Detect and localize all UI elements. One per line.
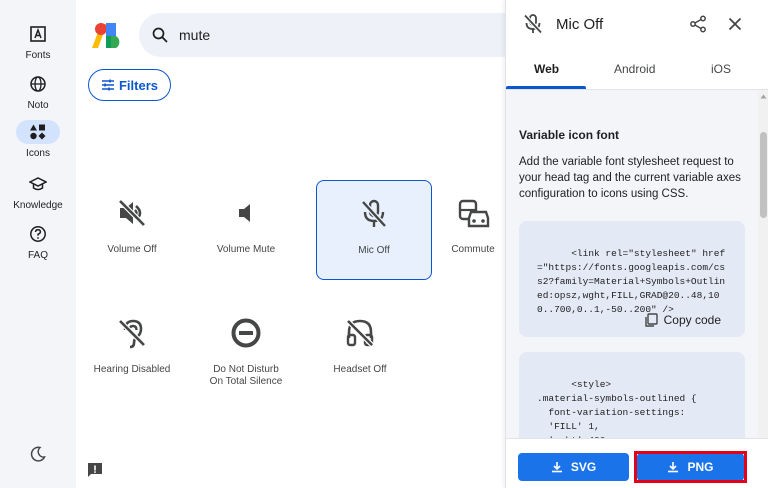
- css-code: <style> .material-symbols-outlined { fon…: [537, 379, 697, 438]
- code-scroll-area[interactable]: Variable icon font Add the variable font…: [506, 90, 758, 438]
- feedback-icon[interactable]: [85, 460, 105, 480]
- panel-header: Mic Off: [506, 0, 768, 48]
- download-svg-button[interactable]: SVG: [518, 453, 629, 481]
- nav-item-noto[interactable]: Noto: [0, 72, 76, 111]
- mic-off-icon: [523, 14, 543, 34]
- icon-name: Headset Off: [333, 364, 387, 375]
- navigation-rail: Fonts Noto Icons Knowledge FAQ: [0, 0, 76, 488]
- copy-code-label: Copy code: [663, 313, 721, 327]
- download-svg-label: SVG: [570, 460, 597, 474]
- nav-item-faq[interactable]: FAQ: [0, 222, 76, 261]
- scroll-up-icon[interactable]: [760, 94, 767, 99]
- search-input[interactable]: [179, 27, 479, 43]
- active-tab-indicator: [506, 86, 586, 89]
- stylesheet-code: <link rel="stylesheet" href="https://fon…: [537, 248, 726, 315]
- google-fonts-logo[interactable]: [89, 20, 123, 50]
- icon-name: Commute: [451, 244, 495, 255]
- headset-off-icon: [343, 316, 377, 350]
- volume-mute-icon: [229, 196, 263, 230]
- nav-label-faq: FAQ: [27, 250, 48, 261]
- png-highlight-box: [634, 451, 747, 483]
- section-description: Add the variable font stylesheet request…: [519, 156, 741, 200]
- nav-label-icons: Icons: [26, 148, 50, 159]
- nav-item-fonts[interactable]: Fonts: [0, 22, 76, 61]
- commute-icon: [456, 196, 490, 230]
- search-bar: [139, 13, 519, 57]
- icon-card-volume-mute[interactable]: Volume Mute: [188, 180, 304, 280]
- icon-name: Volume Mute: [216, 244, 276, 255]
- close-icon[interactable]: [728, 17, 742, 31]
- panel-title: Mic Off: [556, 16, 604, 33]
- hearing-disabled-icon: [115, 316, 149, 350]
- nav-label-knowledge: Knowledge: [13, 200, 63, 211]
- download-icon: [551, 462, 562, 473]
- share-icon[interactable]: [689, 15, 707, 33]
- icon-card-hearing-disabled[interactable]: Hearing Disabled: [74, 300, 190, 400]
- scrollbar-thumb[interactable]: [760, 132, 767, 218]
- icon-card-do-not-disturb-on-total-silence[interactable]: Do Not Disturb On Total Silence: [188, 300, 304, 400]
- css-code-block[interactable]: <style> .material-symbols-outlined { fon…: [519, 352, 745, 438]
- dark-mode-icon[interactable]: [26, 442, 50, 466]
- do-not-disturb-icon: [229, 316, 263, 350]
- search-icon: [152, 27, 168, 43]
- copy-code-button[interactable]: Copy code: [644, 313, 721, 327]
- filters-label: Filters: [118, 77, 158, 93]
- volume-off-icon: [115, 196, 149, 230]
- icon-name: Hearing Disabled: [93, 364, 171, 375]
- help-icon: [16, 222, 60, 246]
- shapes-icon: [16, 120, 60, 144]
- download-footer: SVG PNG: [506, 438, 768, 488]
- platform-tabs: Web Android iOS: [506, 50, 768, 90]
- icon-name: Do Not Disturb On Total Silence: [209, 364, 283, 387]
- icon-detail-panel: Mic Off Web Android iOS Variable icon fo…: [505, 0, 768, 488]
- stylesheet-code-block[interactable]: <link rel="stylesheet" href="https://fon…: [519, 221, 745, 337]
- nav-label-fonts: Fonts: [25, 50, 51, 61]
- nav-label-noto: Noto: [27, 100, 49, 111]
- globe-icon: [16, 72, 60, 96]
- copy-icon: [644, 313, 658, 327]
- panel-scrollbar[interactable]: [758, 90, 768, 438]
- icon-name: Mic Off: [358, 245, 390, 256]
- icon-card-headset-off[interactable]: Headset Off: [302, 300, 418, 400]
- fonts-icon: [16, 22, 60, 46]
- nav-item-knowledge[interactable]: Knowledge: [0, 172, 76, 211]
- icon-card-volume-off[interactable]: Volume Off: [74, 180, 190, 280]
- mic-off-icon: [357, 197, 391, 231]
- tab-android[interactable]: Android: [614, 62, 655, 76]
- tab-web[interactable]: Web: [534, 62, 559, 76]
- tab-ios[interactable]: iOS: [711, 62, 731, 76]
- filters-button[interactable]: Filters: [88, 69, 171, 101]
- icon-name: Volume Off: [107, 244, 157, 255]
- section-title: Variable icon font: [519, 128, 620, 142]
- tune-icon: [101, 79, 114, 91]
- school-icon: [16, 172, 60, 196]
- nav-item-icons[interactable]: Icons: [0, 120, 76, 159]
